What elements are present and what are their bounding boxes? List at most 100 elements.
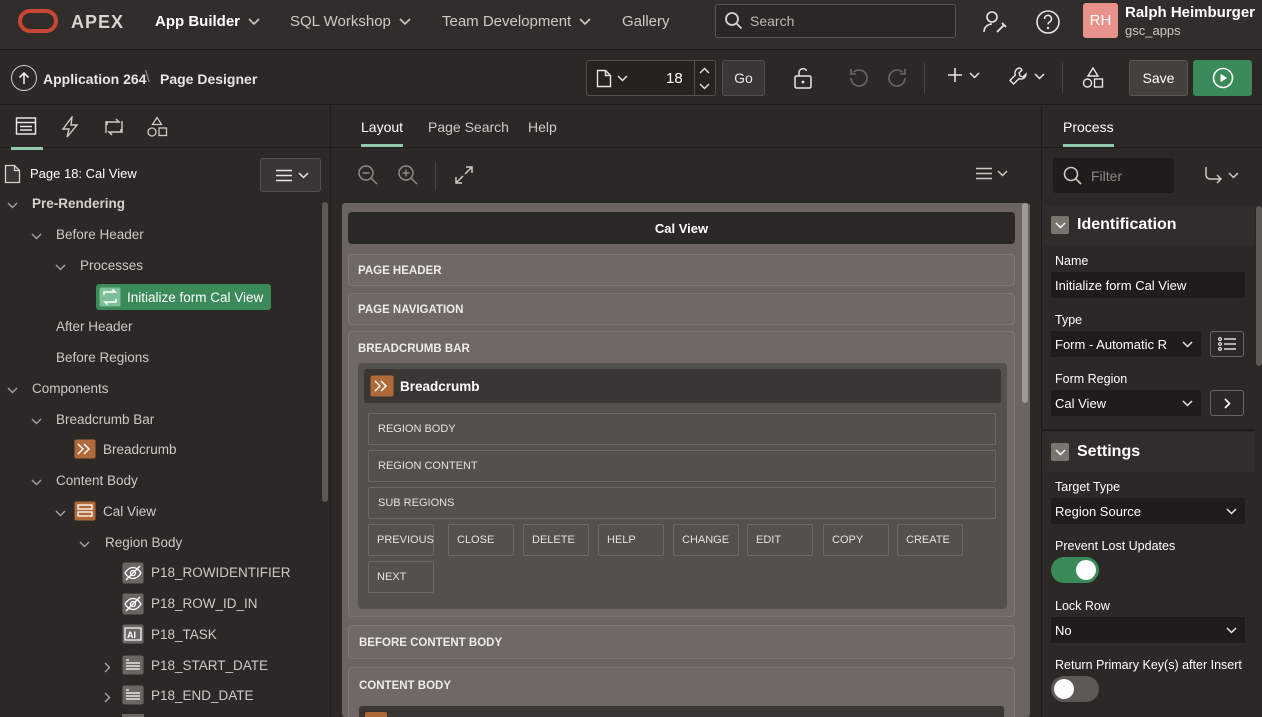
- region-breadcrumb[interactable]: Breadcrumb REGION BODY REGION CONTENT SU…: [358, 363, 1007, 609]
- tab-processing[interactable]: [103, 116, 127, 138]
- prop-name-input[interactable]: Initialize form Cal View: [1051, 272, 1245, 298]
- prop-target-type-select[interactable]: Region Source: [1051, 498, 1245, 524]
- tab-process[interactable]: Process: [1063, 119, 1114, 147]
- button-position-slot[interactable]: DELETE: [523, 524, 589, 556]
- button-position-slot[interactable]: NEXT: [368, 561, 434, 593]
- slot-content-body[interactable]: CONTENT BODY: [348, 667, 1015, 717]
- tree-node-item[interactable]: P18_TASK: [151, 627, 217, 642]
- slot-page-navigation[interactable]: PAGE NAVIGATION: [348, 293, 1015, 325]
- region-cal-view-partial[interactable]: [359, 706, 1004, 717]
- button-position-slot[interactable]: COPY: [823, 524, 889, 556]
- chevron-down-icon[interactable]: [699, 83, 710, 90]
- tree-node-content-body[interactable]: Content Body: [56, 473, 138, 488]
- tree-node-cal-view[interactable]: Cal View: [103, 504, 156, 519]
- apex-logo-text[interactable]: APEX: [71, 12, 124, 33]
- button-position-slot[interactable]: CLOSE: [448, 524, 514, 556]
- administration-icon[interactable]: [981, 8, 1009, 36]
- page-node-title[interactable]: Page 18: Cal View: [30, 166, 137, 181]
- tree-node-processes[interactable]: Processes: [80, 258, 143, 273]
- form-region-goto-button[interactable]: [1210, 390, 1244, 416]
- property-editor-scrollbar[interactable]: [1256, 206, 1262, 366]
- save-button[interactable]: Save: [1129, 60, 1188, 96]
- run-page-button[interactable]: [1193, 60, 1252, 96]
- zoom-out-icon[interactable]: [357, 164, 379, 186]
- button-position-slot[interactable]: EDIT: [747, 524, 813, 556]
- page-number-input[interactable]: 18: [666, 70, 683, 87]
- utilities-menu-button[interactable]: [1007, 65, 1045, 87]
- left-panel-scrollbar[interactable]: [322, 202, 328, 502]
- nav-gallery[interactable]: Gallery: [622, 13, 670, 30]
- region-breadcrumb-header[interactable]: Breadcrumb: [364, 369, 1001, 403]
- chevron-right-icon[interactable]: [104, 692, 111, 703]
- prop-form-region-select[interactable]: Cal View: [1051, 390, 1201, 416]
- go-to-group-button[interactable]: [1204, 166, 1239, 184]
- slot-before-content-body[interactable]: BEFORE CONTENT BODY: [348, 625, 1015, 659]
- canvas-scrollbar[interactable]: [1022, 203, 1028, 403]
- layout-menu-button[interactable]: [976, 167, 1008, 180]
- type-list-button[interactable]: [1210, 331, 1244, 357]
- tab-dynamic-actions[interactable]: [60, 116, 84, 138]
- chevron-right-icon[interactable]: [104, 662, 111, 673]
- button-position-slot[interactable]: CHANGE: [673, 524, 739, 556]
- tree-node-breadcrumb[interactable]: Breadcrumb: [103, 442, 177, 457]
- go-button[interactable]: Go: [722, 60, 765, 96]
- tab-help[interactable]: Help: [528, 119, 557, 135]
- user-name[interactable]: Ralph Heimburger: [1125, 4, 1255, 21]
- chevron-down-icon[interactable]: [7, 387, 18, 394]
- prop-lock-row-select[interactable]: No: [1051, 617, 1245, 643]
- tab-rendering[interactable]: [11, 116, 43, 150]
- tree-node-item[interactable]: P18_ROWIDENTIFIER: [151, 565, 291, 580]
- up-arrow-icon[interactable]: [11, 65, 37, 91]
- undo-icon[interactable]: [846, 66, 870, 90]
- button-position-slot[interactable]: HELP: [598, 524, 664, 556]
- global-search-input[interactable]: Search: [715, 4, 956, 38]
- button-position-slot[interactable]: CREATE: [897, 524, 963, 556]
- region-slot[interactable]: REGION BODY: [368, 413, 996, 445]
- layout-canvas[interactable]: Cal View PAGE HEADER PAGE NAVIGATION BRE…: [342, 203, 1030, 717]
- nav-team-development[interactable]: Team Development: [442, 13, 591, 30]
- breadcrumb-application[interactable]: Application 264: [43, 71, 146, 87]
- tree-node-item[interactable]: P18_END_DATE: [151, 688, 254, 703]
- region-slot[interactable]: SUB REGIONS: [368, 487, 996, 519]
- chevron-up-icon[interactable]: [699, 67, 710, 74]
- tree-node-after-header[interactable]: After Header: [56, 319, 133, 334]
- expand-icon[interactable]: [454, 165, 474, 185]
- tree-node-region-body[interactable]: Region Body: [105, 535, 182, 550]
- page-number-selector[interactable]: 18: [586, 60, 716, 96]
- button-position-slot[interactable]: PREVIOUS: [368, 524, 434, 556]
- lock-icon[interactable]: [791, 66, 815, 90]
- chevron-down-icon[interactable]: [31, 233, 42, 240]
- prop-prevent-lost-updates-toggle[interactable]: [1051, 557, 1099, 583]
- tree-node-before-header[interactable]: Before Header: [56, 227, 144, 242]
- tree-node-item[interactable]: P18_ROW_ID_IN: [151, 596, 258, 611]
- help-icon[interactable]: [1034, 8, 1062, 36]
- tree-node-pre-rendering[interactable]: Pre-Rendering: [32, 196, 125, 211]
- tab-shared-components[interactable]: [146, 116, 170, 138]
- slot-page-header[interactable]: PAGE HEADER: [348, 254, 1015, 286]
- tree-menu-button[interactable]: [260, 158, 321, 192]
- zoom-in-icon[interactable]: [397, 164, 419, 186]
- group-identification[interactable]: Identification: [1042, 205, 1255, 245]
- prop-type-select[interactable]: Form - Automatic R: [1051, 331, 1201, 357]
- tab-layout[interactable]: Layout: [361, 119, 404, 147]
- chevron-down-icon[interactable]: [55, 264, 66, 271]
- chevron-down-icon[interactable]: [79, 541, 90, 548]
- chevron-down-icon[interactable]: [31, 479, 42, 486]
- tree-node-before-regions[interactable]: Before Regions: [56, 350, 149, 365]
- redo-icon[interactable]: [886, 66, 910, 90]
- tab-page-search[interactable]: Page Search: [428, 119, 509, 135]
- region-slot[interactable]: REGION CONTENT: [368, 450, 996, 482]
- property-filter-input[interactable]: Filter: [1053, 158, 1174, 193]
- chevron-down-icon[interactable]: [7, 202, 18, 209]
- chevron-down-icon[interactable]: [31, 418, 42, 425]
- tree-node-selected-process[interactable]: Initialize form Cal View: [96, 284, 271, 310]
- group-settings[interactable]: Settings: [1042, 432, 1255, 472]
- user-avatar[interactable]: RH: [1083, 3, 1118, 38]
- tree-node-breadcrumb-bar[interactable]: Breadcrumb Bar: [56, 412, 154, 427]
- create-menu-button[interactable]: [946, 66, 980, 84]
- tree-node-item[interactable]: P18_START_DATE: [151, 658, 268, 673]
- tree-node-components[interactable]: Components: [32, 381, 109, 396]
- nav-sql-workshop[interactable]: SQL Workshop: [290, 13, 411, 30]
- nav-app-builder[interactable]: App Builder: [155, 13, 260, 30]
- prop-return-pk-toggle[interactable]: [1051, 676, 1099, 702]
